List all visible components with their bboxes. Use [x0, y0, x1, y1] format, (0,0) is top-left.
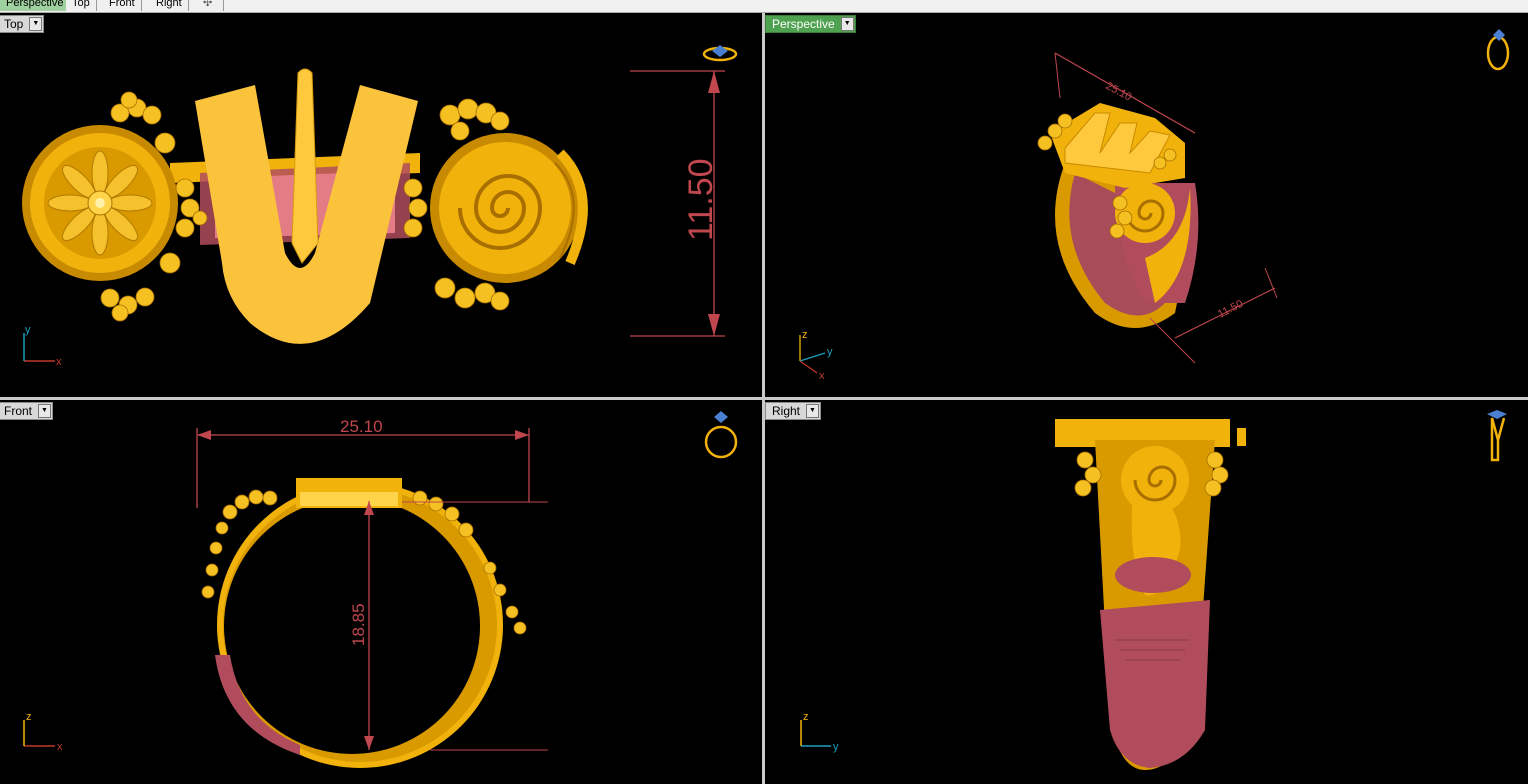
perspective-view-canvas[interactable]: 25.10 11.50 z y x	[765, 13, 1528, 397]
dimension-width-label: 25.10	[340, 417, 383, 436]
tab-top[interactable]: Top	[66, 0, 97, 11]
tab-right[interactable]: Right	[150, 0, 189, 11]
axis-z-label: z	[802, 329, 808, 341]
axis-y-label: y	[827, 346, 833, 358]
viewport-front[interactable]: 25.10 18.85 x z Front ▼	[0, 400, 762, 784]
front-view-canvas[interactable]: 25.10 18.85 x z	[0, 400, 762, 784]
axis-gizmo: x y	[23, 324, 62, 368]
viewport-label-text: Perspective	[772, 17, 835, 31]
ring-view-icon[interactable]	[1486, 29, 1510, 71]
tab-label: Top	[72, 0, 90, 9]
spiral-ornament-right	[403, 98, 588, 311]
dimension-height-label: 11.50	[1216, 298, 1245, 321]
axis-z-label: z	[26, 711, 32, 723]
dimension-height-label: 18.85	[349, 603, 368, 646]
viewport-label-text: Top	[4, 17, 24, 31]
ring-side-model	[1055, 419, 1246, 770]
tab-perspective[interactable]: Perspective	[0, 0, 71, 11]
axis-gizmo: y z	[800, 711, 839, 753]
viewport-menu-dropdown-icon[interactable]: ▼	[806, 404, 820, 418]
viewport-right[interactable]: y z Right ▼	[765, 400, 1528, 784]
viewport-perspective[interactable]: 25.10 11.50 z y x Perspective ▼	[765, 13, 1528, 397]
right-view-canvas[interactable]: y z	[765, 400, 1528, 784]
viewport-tab-bar: Perspective Top Front Right ✣	[0, 0, 1528, 13]
ring-view-icon[interactable]	[702, 45, 738, 62]
dimension-height-label: 11.50	[682, 158, 720, 241]
plus-icon: ✣	[203, 0, 213, 9]
axis-x-label: x	[819, 370, 825, 382]
viewport-top[interactable]: 11.50 x y Top ▼	[0, 13, 762, 397]
ring-view-icon[interactable]	[704, 411, 738, 459]
tab-label: Perspective	[6, 0, 64, 9]
top-view-canvas[interactable]: 11.50 x y	[0, 13, 762, 397]
viewport-label-text: Front	[4, 404, 33, 418]
viewport-label-text: Right	[772, 404, 801, 418]
viewport-label-right[interactable]: Right ▼	[765, 402, 822, 420]
ring-perspective-model	[1037, 103, 1199, 328]
viewport-menu-dropdown-icon[interactable]: ▼	[29, 17, 43, 31]
viewport-label-top[interactable]: Top ▼	[0, 15, 45, 33]
dimension-width-label: 25.10	[1104, 80, 1134, 104]
axis-gizmo: z y x	[799, 329, 833, 382]
axis-z-label: z	[803, 711, 809, 723]
axis-y-label: y	[25, 324, 31, 336]
flower-ornament-left	[22, 91, 208, 322]
viewport-label-perspective[interactable]: Perspective ▼	[765, 15, 856, 33]
axis-x-label: x	[56, 356, 62, 368]
ring-view-icon[interactable]	[1487, 410, 1507, 462]
axis-x-label: x	[57, 741, 63, 753]
letter-u-stone	[195, 68, 418, 344]
tab-front[interactable]: Front	[103, 0, 142, 11]
viewport-menu-dropdown-icon[interactable]: ▼	[840, 17, 854, 31]
axis-gizmo: x z	[23, 711, 63, 753]
add-tab-button[interactable]: ✣	[197, 0, 224, 11]
viewport-menu-dropdown-icon[interactable]: ▼	[38, 404, 52, 418]
tab-label: Front	[109, 0, 135, 9]
dimension-height: 11.50	[630, 70, 725, 337]
axis-y-label: y	[833, 741, 839, 753]
tab-label: Right	[156, 0, 182, 9]
viewport-label-front[interactable]: Front ▼	[0, 402, 54, 420]
